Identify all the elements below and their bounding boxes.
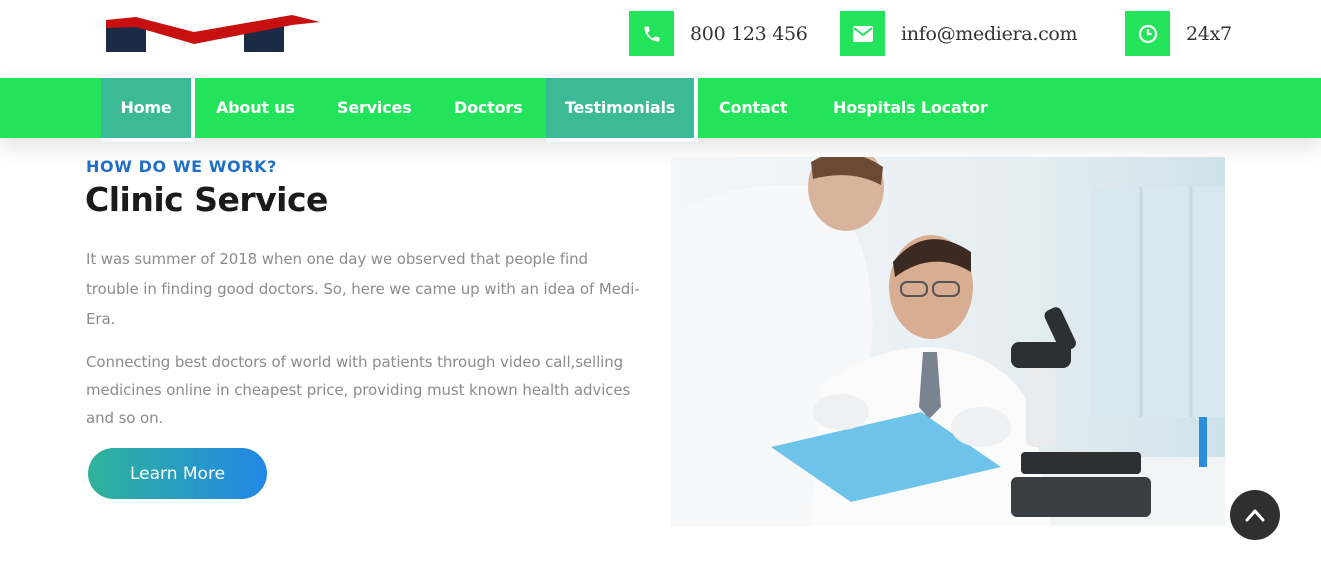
section-eyebrow: HOW DO WE WORK? [86, 157, 278, 176]
email-contact[interactable]: info@mediera.com [840, 11, 1078, 56]
top-bar: 800 123 456 info@mediera.com 24x7 [0, 0, 1321, 78]
section-title: Clinic Service [85, 180, 328, 219]
doctors-lab-photo [671, 157, 1225, 526]
site-logo[interactable] [104, 14, 322, 54]
mission-paragraph: Connecting best doctors of world with pa… [86, 353, 631, 427]
email-address[interactable]: info@mediera.com [901, 23, 1078, 45]
nav-contact[interactable]: Contact [719, 78, 788, 138]
nav-about-us[interactable]: About us [216, 78, 295, 138]
hours-text: 24x7 [1186, 22, 1232, 45]
phone-number[interactable]: 800 123 456 [690, 23, 808, 45]
nav-hospitals-locator[interactable]: Hospitals Locator [833, 78, 988, 138]
scroll-top-button[interactable] [1230, 490, 1280, 540]
phone-icon [629, 11, 674, 56]
phone-contact[interactable]: 800 123 456 [629, 11, 808, 56]
nav-services[interactable]: Services [337, 78, 412, 138]
chevron-up-icon [1245, 509, 1265, 522]
nav-doctors[interactable]: Doctors [454, 78, 523, 138]
learn-more-button[interactable]: Learn More [88, 448, 267, 499]
nav-testimonials[interactable]: Testimonials [546, 78, 698, 142]
intro-paragraph: It was summer of 2018 when one day we ob… [86, 250, 640, 328]
nav-home[interactable]: Home [101, 78, 195, 142]
clock-icon [1125, 11, 1170, 56]
hours-contact: 24x7 [1125, 11, 1232, 56]
main-nav: Home About us Services Doctors Testimoni… [0, 78, 1321, 142]
envelope-icon [840, 11, 885, 56]
